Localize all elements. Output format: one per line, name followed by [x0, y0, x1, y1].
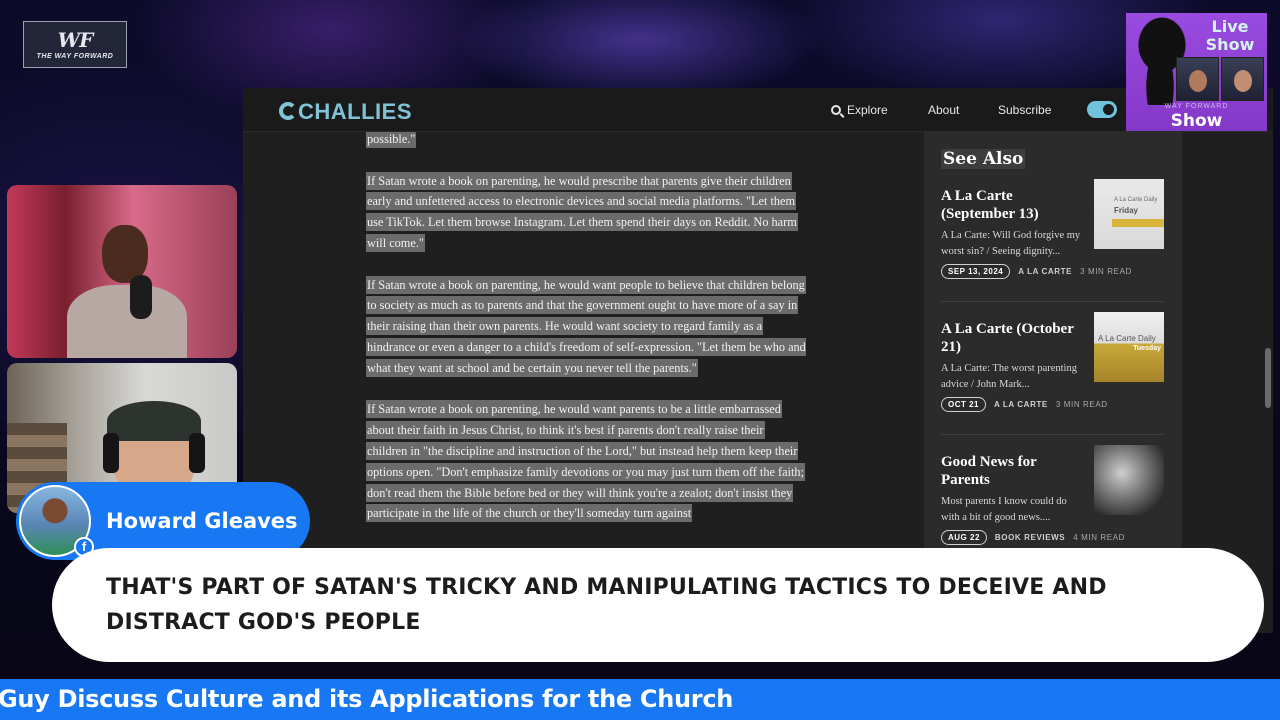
search-icon	[831, 105, 841, 115]
card-read-time: 4 MIN READ	[1073, 533, 1126, 542]
brand-text: CHALLIES	[298, 99, 412, 124]
thumb-accent-bar	[1112, 219, 1164, 227]
thumb-day: Friday	[1114, 206, 1139, 215]
host-body	[67, 285, 187, 358]
microphone-icon	[130, 275, 152, 319]
article-paragraph: possible."	[366, 132, 417, 148]
card-title[interactable]: Good News for Parents	[941, 453, 1086, 489]
host-face	[1221, 57, 1264, 101]
related-card[interactable]: A La Carte (September 13) A La Carte: Wi…	[941, 169, 1165, 302]
live-show-word: Show	[1170, 111, 1223, 131]
thumb-label: A La Carte Daily	[1114, 197, 1158, 203]
see-also-heading: See Also	[941, 149, 1026, 169]
host-face	[1176, 57, 1219, 101]
nav-explore[interactable]: Explore	[831, 103, 888, 117]
host-camera-1	[7, 185, 237, 358]
card-read-time: 3 MIN READ	[1080, 267, 1132, 276]
live-show-subtitle: WAY FORWARD	[1164, 103, 1229, 110]
live-show-title: Live Show	[1205, 17, 1255, 54]
comment-text: THAT'S PART OF SATAN'S TRICKY AND MANIPU…	[106, 575, 1107, 635]
article-paragraph: If Satan wrote a book on parenting, he w…	[366, 171, 798, 252]
challies-logo[interactable]: CHALLIES	[279, 99, 412, 125]
host-faces	[1176, 57, 1264, 101]
card-meta: OCT 21 A LA CARTE 3 MIN READ	[941, 397, 1108, 412]
thumb-label: A La Carte Daily	[1098, 334, 1156, 343]
nav-about[interactable]: About	[928, 103, 959, 117]
thumb-day: Tuesday	[1133, 345, 1161, 352]
commenter-name: Howard Gleaves	[106, 509, 298, 533]
card-thumbnail[interactable]: A La Carte Daily Tuesday	[1094, 312, 1164, 382]
card-category[interactable]: A LA CARTE	[994, 400, 1048, 409]
card-meta: SEP 13, 2024 A LA CARTE 3 MIN READ	[941, 264, 1132, 279]
page-scrollbar[interactable]	[1265, 348, 1271, 408]
ticker-text: Guy Discuss Culture and its Applications…	[0, 685, 734, 713]
article-paragraph: If Satan wrote a book on parenting, he w…	[366, 400, 805, 523]
card-date: SEP 13, 2024	[941, 264, 1011, 279]
card-excerpt: Most parents I know could do with a bit …	[941, 496, 1067, 523]
challies-c-icon	[279, 102, 297, 120]
host-person	[62, 215, 187, 358]
card-excerpt: A La Carte: Will God forgive my worst si…	[941, 230, 1081, 257]
card-date: OCT 21	[941, 397, 987, 412]
card-date: AUG 22	[941, 530, 987, 545]
article-paragraph: If Satan wrote a book on parenting, he w…	[366, 275, 806, 377]
nav-subscribe[interactable]: Subscribe	[998, 103, 1051, 117]
related-card[interactable]: A La Carte (October 21) A La Carte: The …	[941, 302, 1165, 435]
card-meta: AUG 22 BOOK REVIEWS 4 MIN READ	[941, 530, 1125, 545]
way-forward-logo: WF THE WAY FORWARD	[23, 21, 127, 68]
logo-mark: WF	[57, 27, 94, 52]
live-show-badge: Live Show WAY FORWARD Show	[1126, 13, 1267, 131]
headphones-icon	[103, 433, 119, 473]
nav-explore-label: Explore	[847, 103, 888, 117]
card-thumbnail[interactable]	[1094, 445, 1164, 515]
site-header: CHALLIES Explore About Subscribe	[243, 88, 1273, 132]
card-category[interactable]: BOOK REVIEWS	[995, 533, 1065, 542]
card-title[interactable]: A La Carte (October 21)	[941, 320, 1086, 356]
theme-toggle[interactable]	[1087, 101, 1117, 118]
card-excerpt: A La Carte: The worst parenting advice /…	[941, 363, 1077, 390]
card-title[interactable]: A La Carte (September 13)	[941, 187, 1086, 223]
cap	[107, 401, 201, 441]
card-read-time: 3 MIN READ	[1055, 400, 1108, 409]
headphones-icon	[189, 433, 205, 473]
card-thumbnail[interactable]: A La Carte Daily Friday	[1094, 179, 1164, 249]
logo-text: THE WAY FORWARD	[36, 52, 114, 60]
card-category[interactable]: A LA CARTE	[1018, 267, 1072, 276]
comment-banner: THAT'S PART OF SATAN'S TRICKY AND MANIPU…	[52, 548, 1264, 662]
lower-third-ticker: Guy Discuss Culture and its Applications…	[0, 679, 1280, 720]
